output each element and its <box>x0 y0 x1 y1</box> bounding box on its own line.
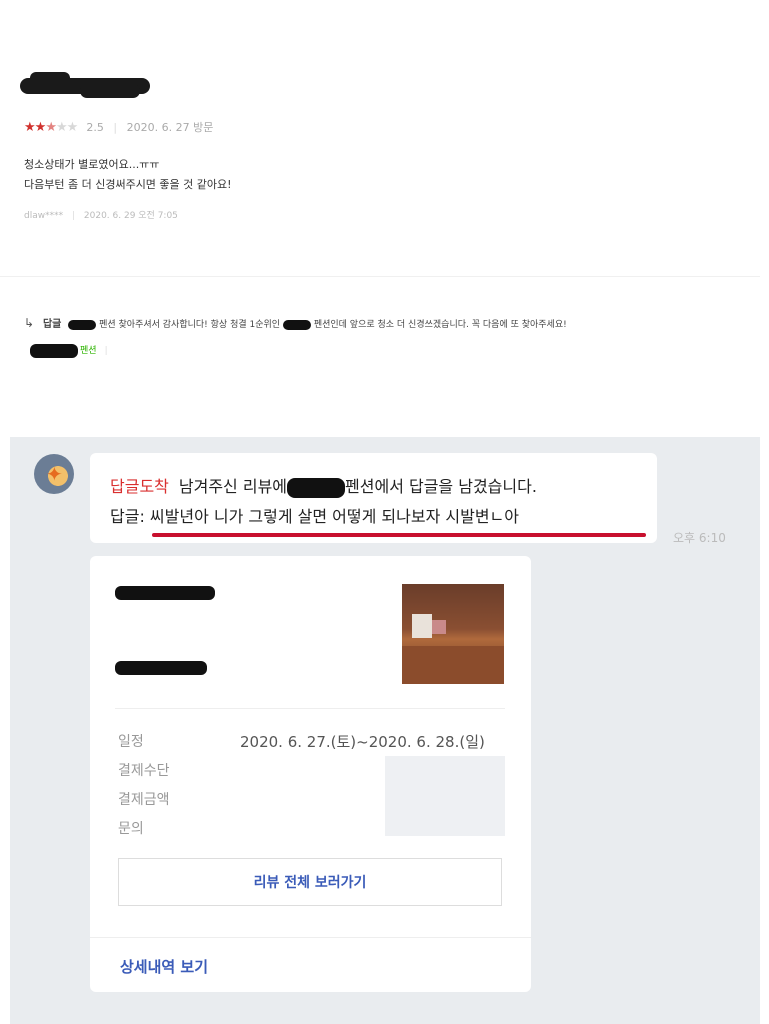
owner-reply: ↳ 답글 펜션 찾아주셔서 감사합니다! 항상 청결 1순위인 펜션인데 앞으로… <box>24 315 567 330</box>
rating-stars: ★★★★★ <box>24 120 78 135</box>
message-line1-part1: 남겨주신 리뷰에 <box>178 477 288 496</box>
reply-arrow-icon: ↳ <box>24 316 35 330</box>
reply-text-part1: 펜션 찾아주셔서 감사합니다! 항상 청결 1순위인 <box>99 320 281 330</box>
divider <box>0 276 760 277</box>
redacted-box <box>385 756 505 836</box>
card-row-labels: 일정 결제수단 결제금액 문의 <box>118 728 170 844</box>
schedule-value: 2020. 6. 27.(토)~2020. 6. 28.(일) <box>240 733 485 751</box>
rating-row: ★★★★★ 2.5 | 2020. 6. 27 방문 <box>24 120 214 135</box>
row-label-payment-method: 결제수단 <box>118 763 170 779</box>
highlight-underline <box>152 533 646 537</box>
reply-text-part2: 펜션인데 앞으로 청소 더 신경쓰겠습니다. 꼭 다음에 또 찾아주세요! <box>313 320 567 330</box>
review-written-at: 2020. 6. 29 오전 7:05 <box>83 211 178 221</box>
review-text-line: 청소상태가 별로였어요...ㅠㅠ <box>24 158 160 171</box>
view-details-link[interactable]: 상세내역 보기 <box>120 956 208 977</box>
message-tag: 답글도착 <box>110 477 169 496</box>
message-bubble: 답글도착 남겨주신 리뷰에 펜션에서 답글을 남겼습니다. 답글: 씨발년아 니가 … <box>90 453 657 543</box>
divider <box>90 937 531 938</box>
message-line1-part2: 펜션에서 답글을 남겼습니다. <box>345 477 537 496</box>
redaction-mark <box>68 319 97 330</box>
review-meta: dlaw**** | 2020. 6. 29 오전 7:05 <box>24 211 178 221</box>
owner-suffix: 펜션 <box>80 346 97 356</box>
redaction-mark <box>282 319 311 330</box>
review-section: ★★★★★ 2.5 | 2020. 6. 27 방문 청소상태가 별로였어요..… <box>0 0 769 430</box>
review-text: 청소상태가 별로였어요...ㅠㅠ 다음부턴 좀 더 신경써주시면 좋을 것 같아… <box>24 155 232 195</box>
room-photo <box>402 584 504 684</box>
divider <box>115 708 505 709</box>
reviewer-name-redacted <box>20 70 152 100</box>
flame-icon: ✦ <box>46 462 63 486</box>
avatar: ✦ <box>34 454 74 494</box>
rating-score: 2.5 <box>86 121 104 134</box>
message-line2: 답글: 씨발년아 니가 그렇게 살면 어떻게 되나보자 시발변ㄴ아 <box>110 507 519 526</box>
row-label-payment-amount: 결제금액 <box>118 792 170 808</box>
row-label-inquiry: 문의 <box>118 821 144 837</box>
reservation-card: 일정 결제수단 결제금액 문의 2020. 6. 27.(토)~2020. 6.… <box>90 556 531 992</box>
review-text-line: 다음부턴 좀 더 신경써주시면 좋을 것 같아요! <box>24 178 232 191</box>
reply-label: 답글 <box>42 319 62 330</box>
review-author: dlaw**** <box>24 211 64 221</box>
message-line1: 답글도착 남겨주신 리뷰에 펜션에서 답글을 남겼습니다. <box>110 473 537 498</box>
owner-name-redacted <box>30 343 78 358</box>
card-subtitle-redacted <box>115 661 207 675</box>
view-all-reviews-button[interactable]: 리뷰 전체 보러가기 <box>118 858 502 906</box>
chat-section: ✦ 답글도착 남겨주신 리뷰에 펜션에서 답글을 남겼습니다. 답글: 씨발년아 니… <box>10 437 760 1024</box>
message-time: 오후 6:10 <box>673 531 726 545</box>
row-label-schedule: 일정 <box>118 734 144 750</box>
card-title-redacted <box>115 584 215 602</box>
reply-owner: 펜션 | <box>30 343 108 358</box>
visit-date: 2020. 6. 27 방문 <box>126 121 214 134</box>
redaction-mark <box>287 477 346 498</box>
